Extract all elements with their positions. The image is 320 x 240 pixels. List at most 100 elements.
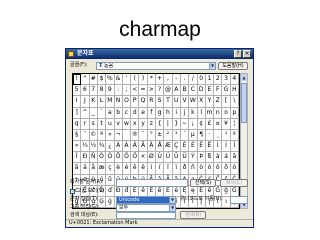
char-cell[interactable]: 5: [73, 85, 82, 97]
char-cell[interactable]: 8: [97, 85, 107, 97]
char-cell[interactable]: ?: [156, 85, 165, 97]
char-cell[interactable]: ë: [139, 163, 148, 175]
char-cell[interactable]: g: [156, 107, 165, 119]
char-cell[interactable]: º: [230, 129, 239, 141]
char-cell[interactable]: ²: [164, 129, 173, 141]
char-cell[interactable]: ð: [180, 163, 190, 175]
char-cell[interactable]: Z: [214, 96, 223, 108]
char-cell[interactable]: Â: [131, 141, 140, 153]
char-cell[interactable]: è: [114, 163, 123, 175]
char-cell[interactable]: É: [189, 141, 198, 153]
char-cell[interactable]: 1: [205, 74, 215, 86]
char-cell[interactable]: Ã: [139, 141, 148, 153]
search-button[interactable]: 검색(R): [180, 211, 206, 219]
char-cell[interactable]: p: [230, 107, 239, 119]
char-cell[interactable]: ³: [172, 129, 181, 141]
char-cell[interactable]: ): [139, 74, 148, 86]
char-cell[interactable]: î: [164, 163, 173, 175]
copy-button[interactable]: 복사(C): [220, 179, 248, 187]
char-cell[interactable]: R: [147, 96, 156, 108]
char-cell[interactable]: ď: [106, 185, 115, 197]
char-cell[interactable]: S: [156, 96, 165, 108]
char-cell[interactable]: Ï: [73, 152, 82, 164]
char-cell[interactable]: 6: [81, 85, 90, 97]
char-cell[interactable]: ó: [205, 163, 215, 175]
char-cell[interactable]: Î: [230, 141, 239, 153]
char-cell[interactable]: h: [164, 107, 173, 119]
char-cell[interactable]: K: [89, 96, 98, 108]
char-cell[interactable]: b: [114, 107, 123, 119]
char-cell[interactable]: Ç: [172, 141, 181, 153]
font-select[interactable]: Ŧ 돋움 ▼: [96, 62, 216, 70]
scroll-thumb[interactable]: [241, 83, 247, 123]
char-cell[interactable]: ±: [156, 129, 165, 141]
char-cell[interactable]: 0: [197, 74, 206, 86]
advanced-view-label[interactable]: 고급 보기(V): [77, 188, 104, 195]
char-cell[interactable]: e: [139, 107, 148, 119]
char-cell[interactable]: N: [114, 96, 123, 108]
group-select[interactable]: 모두 ▼: [116, 204, 176, 212]
charset-select[interactable]: Unicode ▼: [116, 196, 176, 204]
title-bar[interactable]: 문자표 ? ×: [66, 49, 253, 59]
char-cell[interactable]: ©: [89, 129, 98, 141]
char-cell[interactable]: ê: [131, 163, 140, 175]
char-cell[interactable]: ^: [81, 107, 90, 119]
char-cell[interactable]: %: [106, 74, 115, 86]
char-cell[interactable]: _: [89, 107, 98, 119]
char-cell[interactable]: ;: [122, 85, 132, 97]
char-cell[interactable]: ¢: [197, 118, 206, 130]
chevron-down-icon[interactable]: ▼: [169, 197, 175, 203]
char-cell[interactable]: A: [172, 85, 181, 97]
char-cell[interactable]: Å: [156, 141, 165, 153]
char-cell[interactable]: E: [205, 85, 215, 97]
close-button[interactable]: ×: [243, 50, 251, 58]
char-cell[interactable]: ,: [164, 74, 173, 86]
char-cell[interactable]: :: [114, 85, 123, 97]
char-cell[interactable]: À: [114, 141, 123, 153]
char-cell[interactable]: Õ: [122, 152, 132, 164]
char-cell[interactable]: \: [230, 96, 239, 108]
select-button[interactable]: 선택(S): [190, 179, 216, 187]
char-cell[interactable]: {: [156, 118, 165, 130]
char-cell[interactable]: ¿: [106, 141, 115, 153]
char-cell[interactable]: [: [222, 96, 231, 108]
char-cell[interactable]: !: [73, 74, 82, 86]
char-cell[interactable]: -: [172, 74, 181, 86]
char-cell[interactable]: x: [131, 118, 140, 130]
char-cell[interactable]: n: [214, 107, 223, 119]
char-cell[interactable]: Ì: [214, 141, 223, 153]
char-cell[interactable]: Q: [139, 96, 148, 108]
char-cell[interactable]: Ð: [81, 152, 90, 164]
char-cell[interactable]: ·: [205, 129, 215, 141]
char-cell[interactable]: <: [131, 85, 140, 97]
char-cell[interactable]: ¼: [81, 141, 90, 153]
char-cell[interactable]: £: [205, 118, 215, 130]
char-cell[interactable]: ñ: [189, 163, 198, 175]
char-cell[interactable]: $: [97, 74, 107, 86]
char-cell[interactable]: X: [197, 96, 206, 108]
char-cell[interactable]: q: [73, 118, 82, 130]
char-cell[interactable]: í: [156, 163, 165, 175]
char-cell[interactable]: å: [89, 163, 98, 175]
copy-input[interactable]: [116, 179, 188, 187]
advanced-view-checkbox[interactable]: ✓: [70, 189, 75, 195]
char-cell[interactable]: i: [172, 107, 181, 119]
char-cell[interactable]: |: [164, 118, 173, 130]
char-cell[interactable]: D: [197, 85, 206, 97]
char-cell[interactable]: z: [147, 118, 156, 130]
char-cell[interactable]: Ø: [147, 152, 156, 164]
char-cell[interactable]: Í: [222, 141, 231, 153]
char-cell[interactable]: k: [189, 107, 198, 119]
char-cell[interactable]: B: [180, 85, 190, 97]
char-cell[interactable]: o: [222, 107, 231, 119]
char-cell[interactable]: w: [122, 118, 132, 130]
char-cell[interactable]: à: [214, 152, 223, 164]
char-cell[interactable]: P: [131, 96, 140, 108]
char-cell[interactable]: L: [97, 96, 107, 108]
char-cell[interactable]: §: [73, 129, 82, 141]
char-cell[interactable]: a: [106, 107, 115, 119]
char-cell[interactable]: J: [81, 96, 90, 108]
char-cell[interactable]: ç: [106, 163, 115, 175]
char-cell[interactable]: *: [147, 74, 156, 86]
char-cell[interactable]: ': [122, 74, 132, 86]
